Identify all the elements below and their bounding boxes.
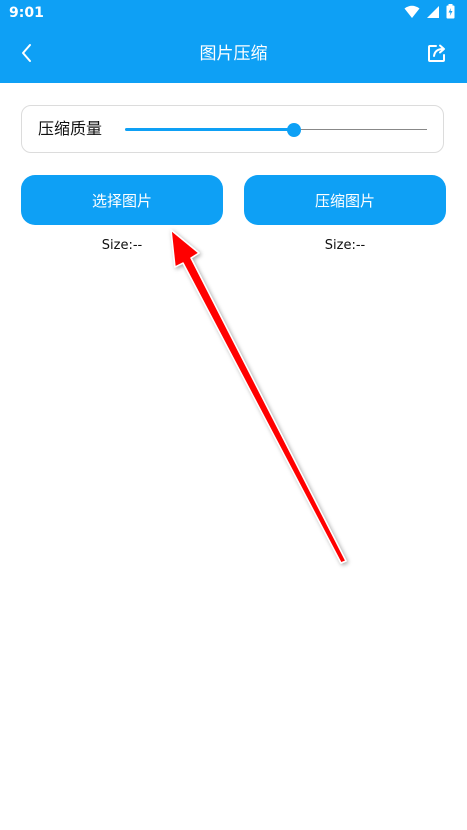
page-title: 图片压缩 (199, 44, 268, 64)
compress-image-button[interactable]: 压缩图片 (244, 175, 446, 225)
signal-icon (426, 4, 440, 23)
status-icons (404, 3, 455, 23)
quality-card: 压缩质量 (21, 105, 444, 153)
select-image-button[interactable]: 选择图片 (21, 175, 223, 225)
quality-label: 压缩质量 (38, 119, 103, 138)
status-time: 9:01 (9, 5, 44, 21)
battery-icon (446, 3, 455, 23)
wifi-icon (404, 4, 420, 23)
quality-slider[interactable] (125, 120, 427, 140)
app-bar: 图片压缩 (0, 26, 467, 83)
status-bar: 9:01 (0, 0, 467, 26)
slider-fill (125, 128, 295, 131)
compressed-size-label: Size:-- (324, 238, 366, 253)
share-button[interactable] (423, 40, 453, 70)
original-size-label: Size:-- (101, 238, 143, 253)
slider-thumb[interactable] (287, 123, 302, 137)
share-icon (427, 43, 449, 67)
